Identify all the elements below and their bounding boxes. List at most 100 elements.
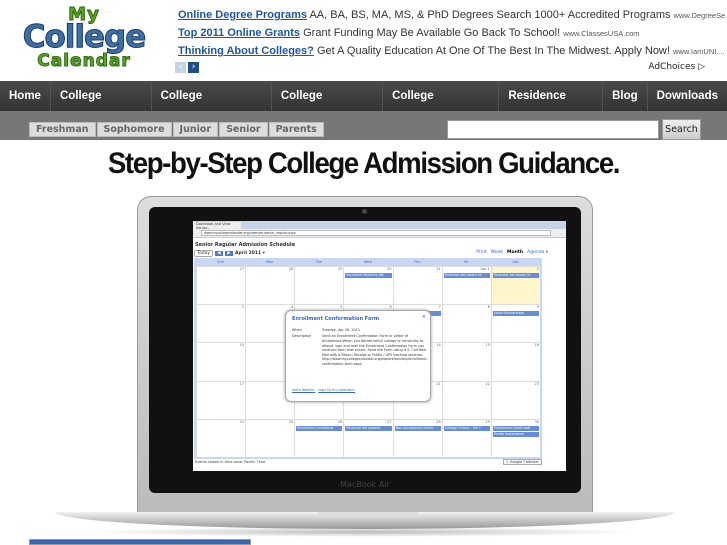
calendar-day: 27 Financial Aid Awards - (343, 419, 392, 457)
ad-url[interactable]: www.ClassesUSA.com (563, 29, 639, 38)
ad-link[interactable]: Online Degree Programs (178, 9, 307, 21)
date-number: 31 (436, 267, 441, 271)
week-view: Week (490, 250, 503, 255)
calendar-day: 25 (245, 419, 294, 457)
prev-icon: ◀ (215, 251, 224, 256)
search-button[interactable]: Search (662, 119, 701, 140)
date-number: 24 (239, 419, 245, 424)
date-number: 28 (436, 419, 441, 424)
date-number: 30 (534, 419, 539, 424)
calendar-day: 10 (196, 343, 245, 381)
nav-blog[interactable]: Blog (603, 81, 648, 111)
close-icon: × (421, 314, 426, 320)
date-number: 27 (239, 267, 245, 271)
calendar-week: 24 25 26 Enrollment Conformat 27 Financial Ai… (196, 418, 540, 457)
browser-addressbar: www.mycollegecalendar.org/calendar/senio… (193, 229, 566, 238)
calendar-event: College Choice - Tell Y (443, 425, 490, 431)
search-input[interactable] (447, 120, 659, 139)
calendar-week: 27 28 29 30 Accepted Students We 31 Apr 1 Finan… (196, 266, 540, 305)
month-label: April 2011 ▾ (235, 251, 265, 256)
description-label: Description (292, 334, 312, 339)
calendar-day: 28 (245, 267, 294, 305)
tab-parents[interactable]: Parents (268, 122, 324, 137)
sub-nav: Freshman Sophomore Junior Senior Parents… (0, 111, 727, 140)
tab-senior[interactable]: Senior (219, 122, 268, 137)
page-headline: Step-by-Step College Admission Guidance. (107, 147, 621, 180)
popup-title: Enrollment Conformation Form (292, 316, 380, 322)
date-number: 23 (534, 381, 539, 386)
address-text: www.mycollegecalendar.org/calendar/senio… (201, 230, 551, 236)
adchoices-link[interactable]: AdChoices ▷ (648, 62, 705, 72)
bottom-banner[interactable] (29, 539, 251, 545)
calendar-day: 29 College Choice - Tell Y (441, 419, 491, 457)
calendar-event: Financial Aid Award Le (443, 273, 490, 278)
date-number: 26 (337, 419, 343, 424)
more-details-link: more details» (292, 388, 316, 392)
date-number: 25 (288, 419, 294, 424)
copy-link: copy to my calendar» (318, 388, 356, 392)
date-number: 30 (387, 267, 392, 271)
calendar-day: 17 (196, 381, 245, 419)
date-number: 16 (534, 343, 539, 348)
description-value: Send an Enrollment Confirmation Form or … (322, 334, 428, 366)
date-number: 27 (387, 419, 392, 424)
calendar-day: 23 (490, 381, 540, 419)
date-number: 7 (438, 305, 441, 310)
ad-url[interactable]: www.IamUNI.... (673, 47, 725, 56)
month-view: Month (507, 250, 524, 255)
browser-tabbar: Download and View Senior... (193, 221, 566, 230)
nav-downloads[interactable]: Downloads (648, 81, 727, 111)
calendar-day: 30 Accepted Students We (343, 267, 392, 305)
chevron-right-icon[interactable]: › (188, 62, 199, 73)
date-number: 15 (485, 343, 490, 348)
calendar-event: Accepted Students We (345, 273, 392, 278)
date-number: 28 (288, 267, 294, 271)
calendar-event: Non-Acceptance Letter (394, 425, 441, 431)
tab-sophomore[interactable]: Sophomore (96, 122, 172, 137)
ad-link[interactable]: Top 2011 Online Grants (178, 27, 300, 39)
date-number: 4 (291, 305, 294, 310)
agenda-view: Agenda ▾ (527, 250, 548, 255)
ad-url[interactable]: www.DegreeSe... (674, 11, 727, 20)
calendar-event: Grade Importance (492, 431, 539, 437)
tab-freshman[interactable]: Freshman (29, 122, 96, 137)
date-number: 14 (436, 343, 441, 348)
nav-college-search[interactable]: College Search (51, 81, 152, 132)
nav-home[interactable]: Home (0, 81, 51, 111)
calendar-event: Enrollment Conformat (296, 425, 343, 431)
nav-college-financing[interactable]: College Financing (383, 81, 500, 132)
nav-residence-prep[interactable]: Residence Prep (499, 81, 604, 132)
date-number: 3 (241, 305, 245, 310)
laptop-label: MacBook Air (340, 480, 390, 489)
date-number: 5 (340, 305, 343, 310)
calendar-day: 27 (196, 267, 245, 305)
camera-icon (362, 209, 367, 214)
calendar-views: Print Week Month Agenda ▾ (476, 250, 548, 255)
when-value: Tuesday, Apr 26, 2011 (322, 327, 360, 332)
when-label: When (292, 327, 302, 332)
calendar-event: Financial Aid Issues To (492, 273, 539, 278)
ad-item: Top 2011 Online Grants Grant Funding May… (178, 27, 640, 39)
date-number: 10 (239, 343, 245, 348)
calendar-day: 30 Enrollment Confirmati Grade Importance (490, 419, 540, 457)
site-logo[interactable]: My College Calendar (6, 5, 162, 76)
calendar-title: Senior Regular Admission Schedule (195, 242, 296, 248)
print-view: Print (476, 250, 487, 255)
browser-tab: Download and View Senior... (193, 222, 241, 230)
date-number: 22 (485, 381, 490, 386)
calendar-event: Local Scholarships (492, 311, 539, 317)
nav-college-admission[interactable]: College Admission (152, 81, 272, 132)
today-button: Today (194, 250, 214, 257)
ad-link[interactable]: Thinking About Colleges? (178, 45, 314, 57)
calendar-day: 2 Financial Aid Issues To (490, 267, 540, 305)
tab-junior[interactable]: Junior (172, 122, 219, 137)
date-number: 2 (536, 267, 539, 271)
event-popup: × Enrollment Conformation Form When Tuesd… (285, 310, 431, 402)
calendar-day: 29 (294, 267, 343, 305)
nav-college-calendar[interactable]: College Calendar (272, 81, 384, 132)
calendar-day: 31 (392, 267, 442, 305)
ad-item: Online Degree Programs AA, BA, BS, MA, M… (178, 9, 727, 27)
chevron-left-icon[interactable]: ‹ (175, 62, 186, 73)
timezone-note: Events shown in time zone: Pacific Time (195, 460, 266, 464)
calendar-day: 26 Enrollment Conformat (294, 419, 343, 457)
